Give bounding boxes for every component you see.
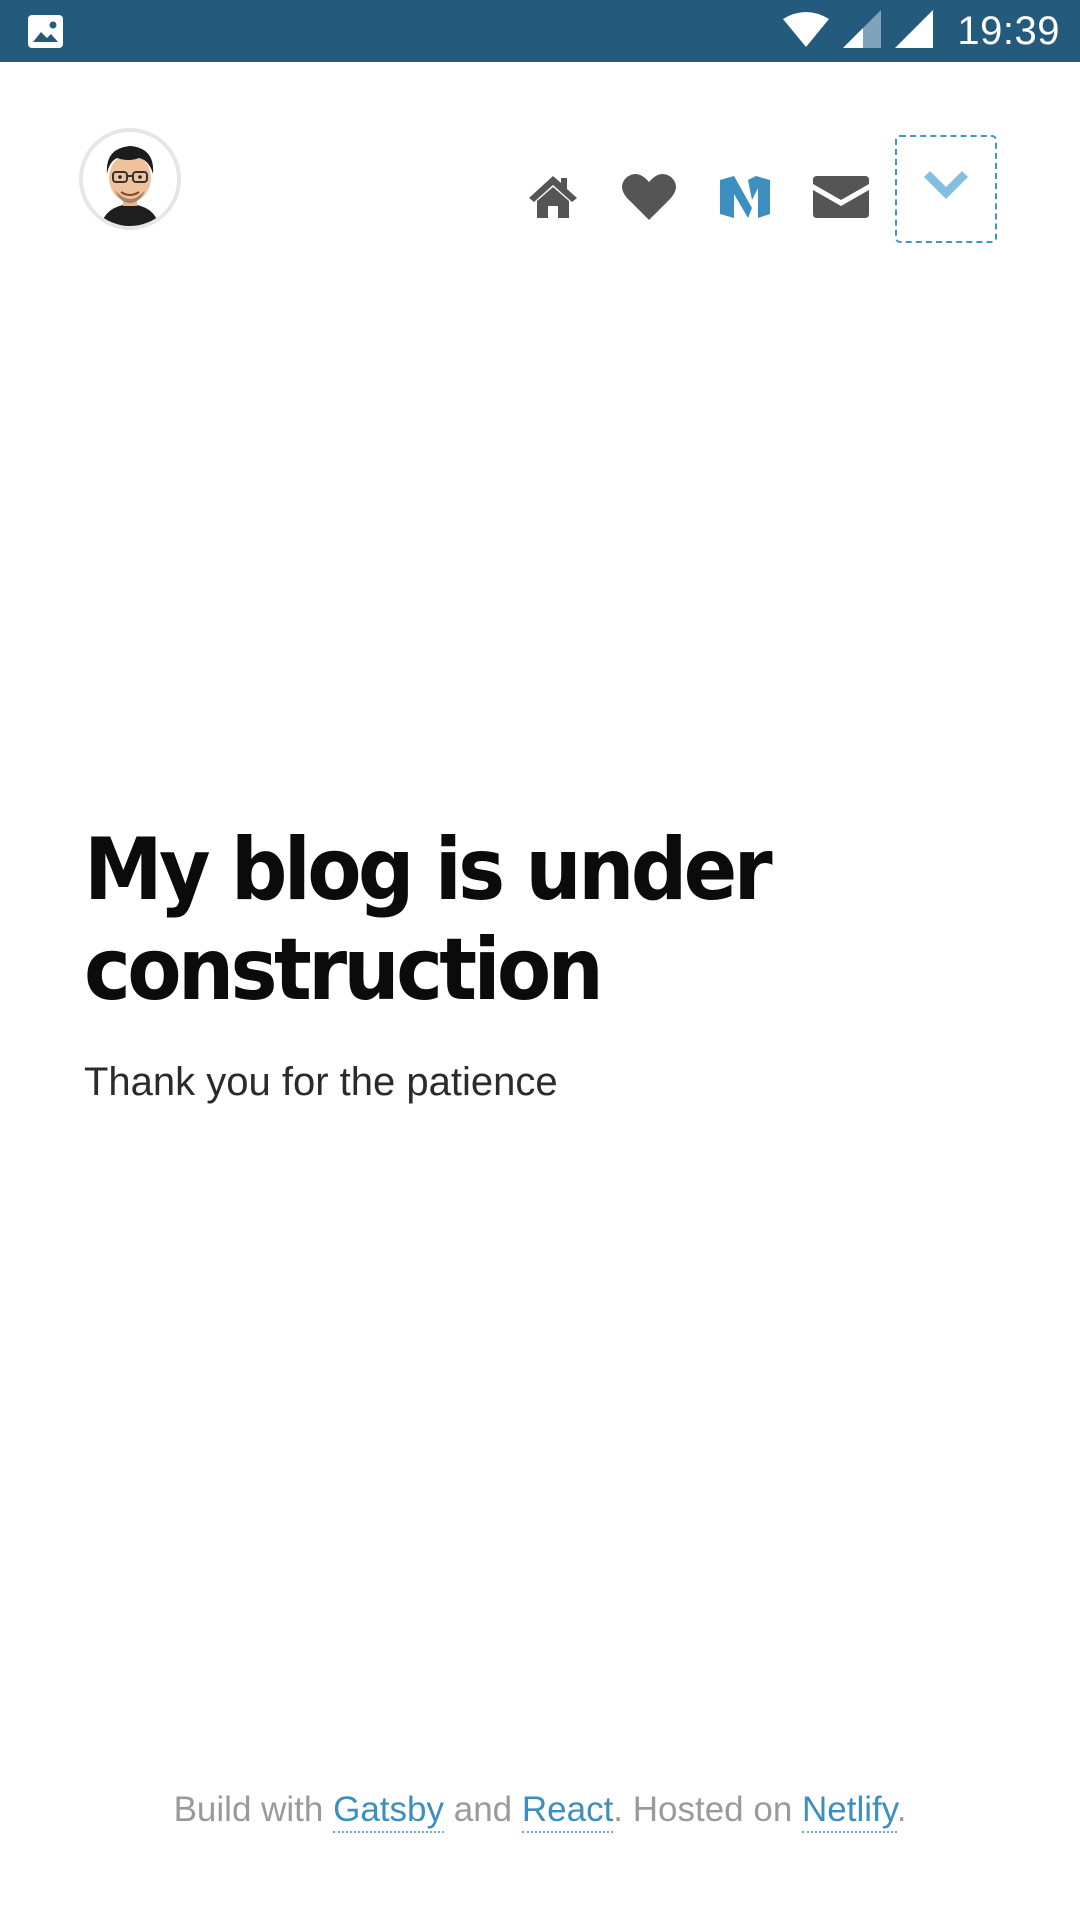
footer-text: . Hosted on bbox=[613, 1790, 803, 1829]
hero: My blog is under construction Thank you … bbox=[84, 820, 1004, 1105]
page-subtitle: Thank you for the patience bbox=[84, 1060, 558, 1104]
status-icons: 19:39 bbox=[783, 0, 1060, 62]
signal-icon bbox=[843, 9, 882, 53]
status-time: 19:39 bbox=[957, 8, 1060, 53]
site-header bbox=[0, 62, 1080, 252]
netlify-link[interactable]: Netlify bbox=[802, 1790, 897, 1833]
home-icon[interactable] bbox=[505, 162, 601, 232]
status-bar: 19:39 bbox=[0, 0, 1080, 62]
image-icon bbox=[28, 15, 63, 48]
wifi-icon bbox=[783, 11, 830, 52]
nav-icons bbox=[505, 162, 889, 232]
menu-toggle-button[interactable] bbox=[895, 135, 997, 243]
footer: Build with Gatsby and React. Hosted on N… bbox=[0, 1790, 1080, 1833]
footer-text: and bbox=[444, 1790, 522, 1829]
chevron-down-icon bbox=[921, 170, 971, 208]
heart-icon[interactable] bbox=[601, 162, 697, 232]
medium-icon[interactable] bbox=[697, 162, 793, 232]
mail-icon[interactable] bbox=[793, 162, 889, 232]
page-title: My blog is under construction bbox=[84, 820, 773, 1020]
footer-text: Build with bbox=[173, 1790, 334, 1829]
gatsby-link[interactable]: Gatsby bbox=[333, 1790, 444, 1833]
footer-text: . bbox=[896, 1790, 907, 1829]
react-link[interactable]: React bbox=[521, 1790, 614, 1833]
avatar-icon[interactable] bbox=[79, 128, 181, 230]
signal-full-icon bbox=[895, 9, 934, 53]
